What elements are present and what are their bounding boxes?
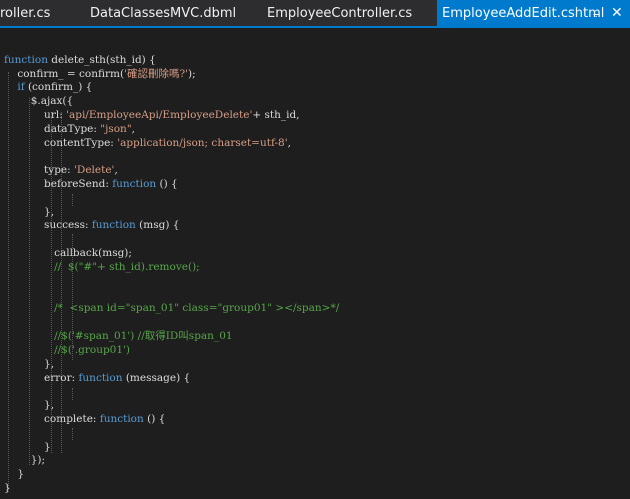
code-text: success:: [4, 219, 92, 231]
code-string: 'Delete': [74, 164, 115, 176]
code-text: });: [4, 454, 46, 466]
code-text: );: [187, 68, 196, 80]
code-line: confirm_ = confirm('確認刪除嗎?');: [4, 68, 196, 81]
code-keyword: function: [99, 413, 144, 425]
code-text: (msg) {: [135, 219, 180, 231]
code-line: },: [4, 358, 54, 371]
code-text: ,: [114, 164, 118, 176]
code-comment: //$('.group01'): [4, 344, 131, 356]
code-line: }: [4, 482, 11, 495]
code-keyword: function: [112, 178, 157, 190]
code-comment: /* <span id="span_01" class="group01" ><…: [4, 302, 340, 314]
code-text: confirm_ = confirm(: [4, 68, 125, 80]
code-text: }: [4, 468, 25, 480]
code-line: url: 'api/EmployeeApi/EmployeeDelete'+ s…: [4, 109, 300, 122]
code-text: delete_sth(sth_id) {: [47, 54, 156, 66]
code-line: dataType: "json",: [4, 123, 135, 136]
code-line: $.ajax({: [4, 95, 74, 108]
code-line: });: [4, 454, 45, 467]
code-text: callback(msg);: [4, 247, 132, 259]
code-line: // $("#"+ sth_id).remove();: [4, 261, 200, 274]
code-text: () {: [156, 178, 178, 190]
tab-employeecontroller-cs[interactable]: EmployeeController.cs: [267, 0, 412, 26]
code-text: () {: [143, 413, 166, 425]
code-text: + sth_id,: [252, 109, 300, 121]
code-text: },: [4, 206, 55, 218]
code-line: },: [4, 399, 54, 412]
indent-guide: [72, 388, 73, 400]
code-keyword: function: [78, 372, 123, 384]
code-line: success: function (msg) {: [4, 219, 179, 232]
indent-guide: [72, 194, 73, 206]
code-text: $.ajax({: [4, 95, 74, 107]
code-string: 'application/json; charset=utf-8': [117, 137, 288, 149]
code-line: },: [4, 206, 54, 219]
tab-roller-cs[interactable]: roller.cs: [0, 0, 50, 26]
code-line: //$('#span_01') //取得ID叫span_01: [4, 330, 233, 343]
tab-label: EmployeeAddEdit.cshtml: [442, 6, 605, 21]
code-line: //$('.group01'): [4, 344, 130, 357]
code-text: beforeSend:: [4, 178, 113, 190]
code-text: contentType:: [4, 137, 118, 149]
code-keyword: function: [4, 54, 48, 66]
tab-dataclassesmvc-dbml[interactable]: DataClassesMVC.dbml: [90, 0, 236, 26]
tab-employeeaddedit-cshtml[interactable]: EmployeeAddEdit.cshtml: [437, 0, 630, 26]
code-string: "json": [100, 123, 132, 135]
pin-icon[interactable]: ⨪: [593, 0, 599, 26]
code-editor[interactable]: function delete_sth(sth_id) { confirm_ =…: [0, 28, 630, 499]
code-text: }: [4, 441, 51, 453]
code-text: ,: [287, 137, 291, 149]
code-comment: //$('#span_01') //取得ID叫span_01: [4, 330, 233, 342]
code-text: },: [4, 358, 55, 370]
code-text: error:: [4, 372, 79, 384]
code-string: '確認刪除嗎?': [124, 68, 188, 80]
code-line: function delete_sth(sth_id) {: [4, 54, 156, 67]
document-tab-bar: roller.cs DataClassesMVC.dbml EmployeeCo…: [0, 0, 630, 26]
code-line: contentType: 'application/json; charset=…: [4, 137, 291, 150]
code-text: (confirm_) {: [24, 81, 93, 93]
code-string: 'api/EmployeeApi/EmployeeDelete': [66, 109, 253, 121]
code-line: error: function (message) {: [4, 372, 190, 385]
code-line: type: 'Delete',: [4, 164, 118, 177]
code-line: /* <span id="span_01" class="group01" ><…: [4, 302, 339, 315]
code-text: },: [4, 399, 55, 411]
code-text: type:: [4, 164, 75, 176]
code-keyword: if: [17, 81, 25, 93]
code-text: (message) {: [122, 372, 191, 384]
code-text: complete:: [4, 413, 100, 425]
code-line: callback(msg);: [4, 247, 132, 260]
code-line: }: [4, 441, 51, 454]
code-line: beforeSend: function () {: [4, 178, 178, 191]
indent-guide: [72, 428, 73, 440]
code-line: if (confirm_) {: [4, 81, 92, 94]
close-icon[interactable]: ✕: [611, 0, 623, 26]
code-line: }: [4, 468, 24, 481]
code-text: ,: [131, 123, 135, 135]
code-text: }: [4, 482, 11, 494]
code-line: complete: function () {: [4, 413, 165, 426]
code-comment: // $("#"+ sth_id).remove();: [4, 261, 200, 273]
code-text: dataType:: [4, 123, 101, 135]
code-keyword: function: [91, 219, 136, 231]
code-text: url:: [4, 109, 67, 121]
